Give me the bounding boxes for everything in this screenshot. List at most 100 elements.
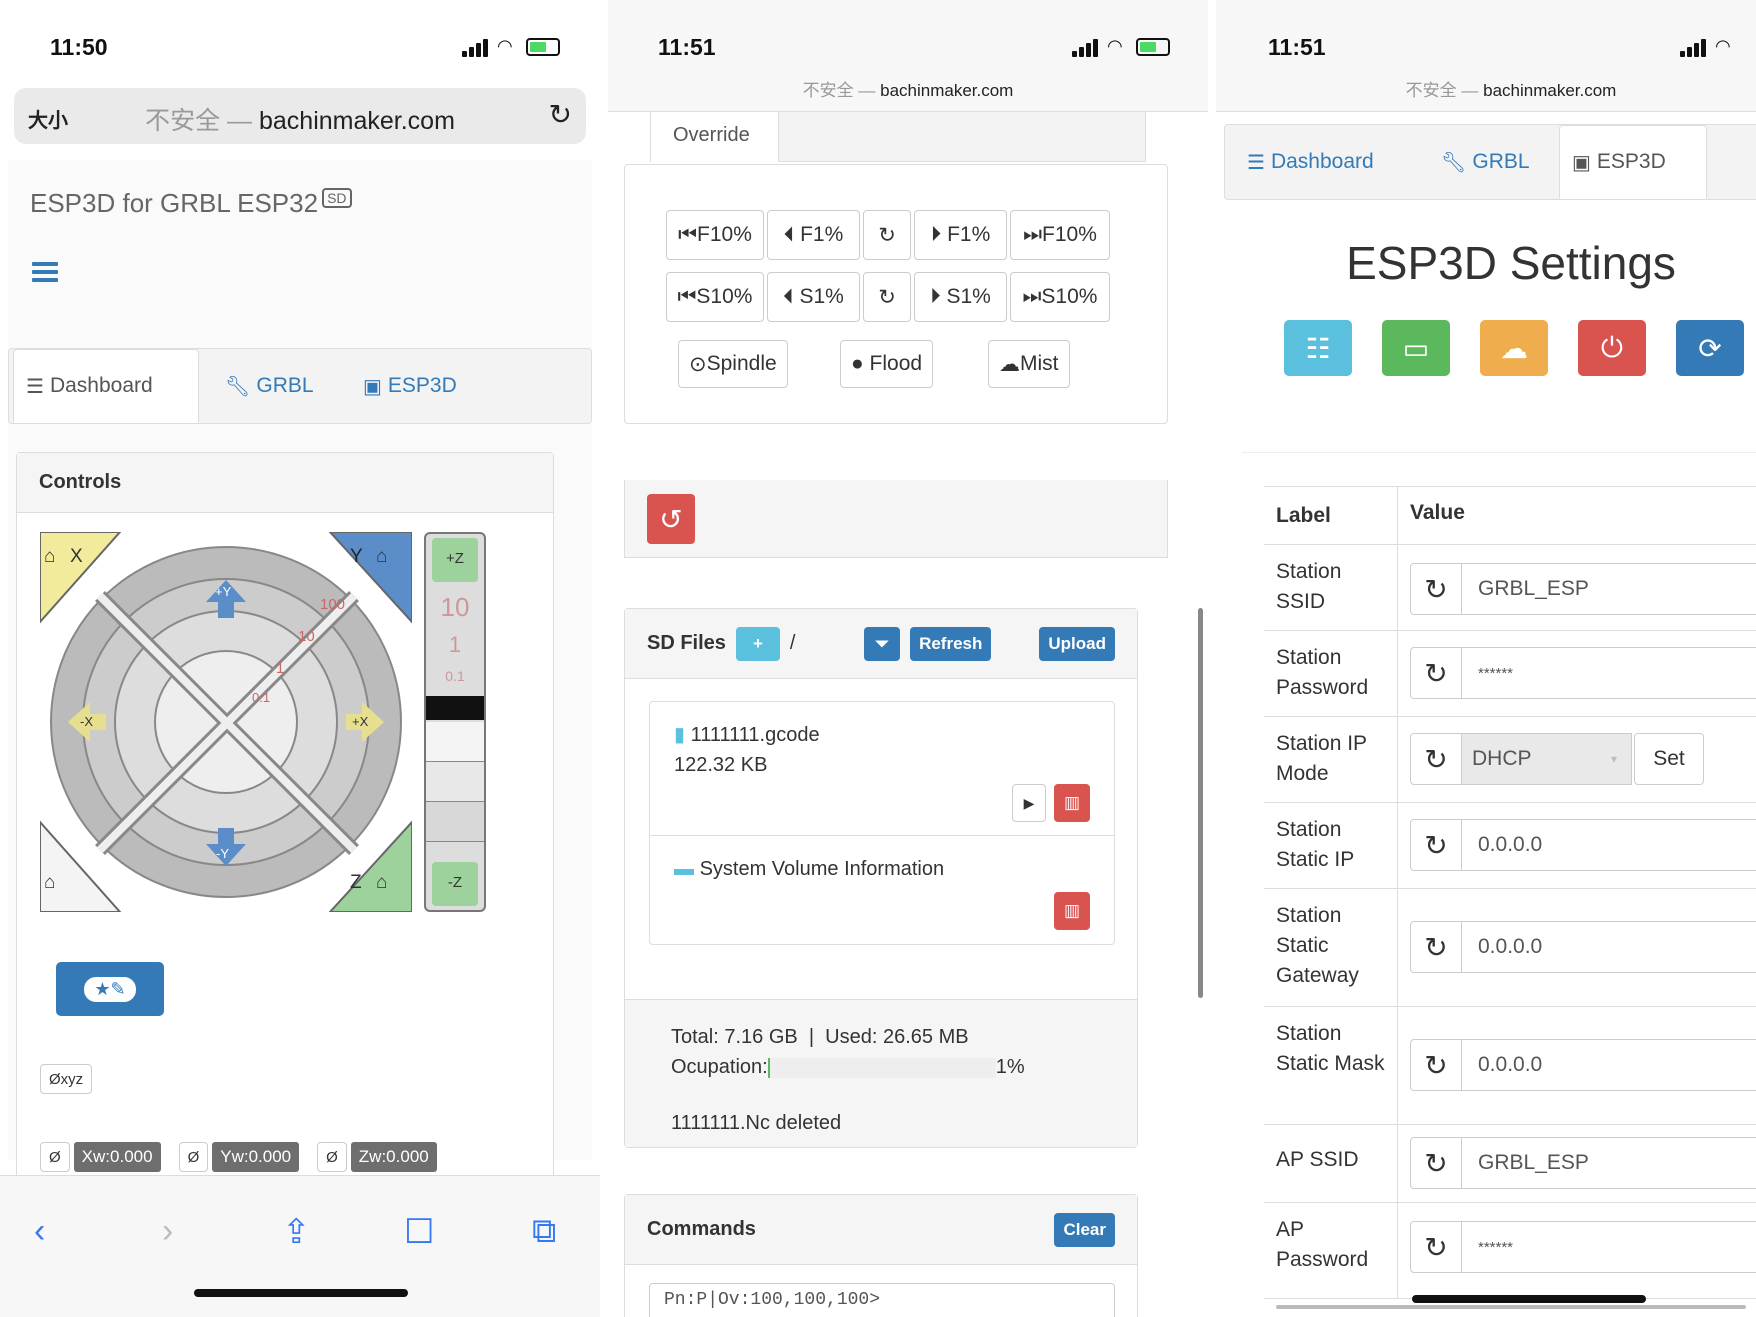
z-step-1-down[interactable] [426, 762, 484, 802]
feed-minus-10-button[interactable]: ⏮ F10% [666, 210, 764, 260]
jog-minus-x[interactable]: -X [80, 714, 93, 729]
jog-minus-z[interactable]: -Z [432, 862, 478, 906]
ap-ssid-input[interactable]: GRBL_ESP [1462, 1137, 1756, 1189]
address-bar[interactable]: 大小 不安全 — bachinmaker.com ↻ [14, 88, 586, 144]
zero-z-button[interactable]: Ø [317, 1142, 347, 1172]
folder-name[interactable]: System Volume Information [700, 858, 945, 880]
zero-xyz-button[interactable]: Øxyz [40, 1064, 93, 1094]
url-text: 不安全 — bachinmaker.com [14, 101, 586, 137]
refresh-icon[interactable]: ↻ [1410, 1039, 1462, 1091]
reload-icon[interactable]: ↻ [549, 98, 572, 131]
tab-dashboard[interactable]: ☰ Dashboard [1235, 125, 1386, 199]
tab-dashboard[interactable]: ☰ Dashboard [13, 349, 199, 423]
station-ssid-input[interactable]: GRBL_ESP [1462, 563, 1756, 615]
jog-plus-x[interactable]: +X [352, 714, 368, 729]
setting-label: AP SSID [1264, 1125, 1398, 1202]
z-step-10-down[interactable] [426, 802, 484, 842]
tab-override[interactable]: Override [651, 112, 779, 162]
feed-minus-1-button[interactable]: ⏴ F1% [767, 210, 860, 260]
tab-grbl[interactable]: 🔧︎ GRBL [213, 349, 326, 423]
z-step-0.1[interactable]: 0.1 [426, 668, 484, 684]
zero-x-button[interactable]: Ø [40, 1142, 70, 1172]
ocupation-label: Ocupation: [671, 1056, 768, 1078]
back-icon[interactable]: ‹ [34, 1212, 45, 1251]
home-x-button[interactable]: X [70, 546, 83, 568]
refresh-icon[interactable]: ↻ [1410, 733, 1462, 785]
home-indicator [194, 1289, 408, 1297]
restart-button[interactable]: ⏻ [1578, 320, 1646, 376]
status-bar: 11:50 ◠ [0, 0, 600, 100]
new-folder-button[interactable]: + [735, 626, 780, 661]
file-name[interactable]: 1111111.gcode [691, 724, 820, 746]
button-label: F10% [1042, 223, 1097, 246]
refresh-icon[interactable]: ↻ [1410, 819, 1462, 871]
play-button[interactable]: ▶ [1012, 784, 1046, 822]
speed-reset-button[interactable]: ↻ [863, 272, 911, 322]
refresh-icon[interactable]: ↻ [1410, 1137, 1462, 1189]
refresh-settings-button[interactable]: ⟳ [1676, 320, 1744, 376]
feed-plus-1-button[interactable]: ⏵ F1% [914, 210, 1007, 260]
scrollbar[interactable] [1198, 608, 1203, 998]
spindle-button[interactable]: ⊙ Spindle [678, 340, 788, 388]
speed-plus-10-button[interactable]: ⏭ S10% [1010, 272, 1110, 322]
filter-button[interactable]: ⏷ [864, 626, 901, 661]
station-password-input[interactable]: ****** [1462, 647, 1756, 699]
wrench-icon: 🔧︎ [225, 375, 251, 398]
tabs-icon[interactable]: ⧉ [532, 1212, 556, 1251]
z-step-1[interactable]: 1 [426, 632, 484, 658]
speed-minus-10-button[interactable]: ⏮ S10% [666, 272, 764, 322]
refresh-icon[interactable]: ↻ [1410, 1221, 1462, 1273]
home-icon[interactable]: ⌂ [44, 546, 55, 568]
divider [1242, 452, 1756, 453]
cloud-upload-icon: ☁ [1500, 332, 1528, 364]
static-mask-input[interactable]: 0.0.0.0 [1462, 1039, 1756, 1091]
share-icon[interactable]: ⇪ [282, 1212, 311, 1252]
bookmarks-icon[interactable]: ☐ [404, 1212, 434, 1252]
speed-minus-1-button[interactable]: ⏴ S1% [767, 272, 860, 322]
tab-grbl[interactable]: 🔧︎ GRBL [1429, 125, 1542, 199]
override-tabs: Override [650, 112, 1146, 162]
home-all-button[interactable]: ⌂ [44, 872, 55, 894]
delete-folder-button[interactable]: ▥ [1054, 892, 1090, 930]
jog-plus-y[interactable]: +Y [215, 584, 231, 599]
jog-minus-y[interactable]: -Y [216, 846, 229, 861]
static-ip-input[interactable]: 0.0.0.0 [1462, 819, 1756, 871]
clear-button[interactable]: Clear [1054, 1212, 1115, 1247]
speed-plus-1-button[interactable]: ⏵ S1% [914, 272, 1007, 322]
command-console[interactable]: Pn:P|Ov:100,100,100> [649, 1283, 1115, 1317]
mist-button[interactable]: ☁ Mist [988, 340, 1070, 388]
z-step-10[interactable]: 10 [426, 592, 484, 623]
static-gateway-input[interactable]: 0.0.0.0 [1462, 921, 1756, 973]
z-step-0.1-down[interactable] [426, 722, 484, 762]
home-z-button[interactable]: Z [350, 872, 362, 894]
set-ip-mode-button[interactable]: Set [1634, 733, 1704, 785]
list-view-button[interactable]: ☷ [1284, 320, 1352, 376]
macro-edit-button[interactable]: ★✎ [56, 962, 164, 1016]
delete-file-button[interactable]: ▥ [1054, 784, 1090, 822]
tab-label: GRBL [256, 374, 314, 397]
horizontal-scrollbar[interactable] [1276, 1305, 1746, 1309]
tab-esp3d[interactable]: ▣ ESP3D [1559, 125, 1707, 199]
feed-reset-button[interactable]: ↻ [863, 210, 911, 260]
ip-mode-select[interactable]: DHCP ▾ [1462, 733, 1632, 785]
open-file-button[interactable]: ▭ [1382, 320, 1450, 376]
feed-plus-10-button[interactable]: ⏭ F10% [1010, 210, 1110, 260]
refresh-icon[interactable]: ↻ [1410, 647, 1462, 699]
home-y-button[interactable]: Y [350, 546, 363, 568]
reset-all-button[interactable]: ↺ [647, 494, 695, 544]
jog-plus-z[interactable]: +Z [432, 538, 478, 582]
ap-password-input[interactable]: ****** [1462, 1221, 1756, 1273]
forward-icon[interactable]: › [162, 1212, 173, 1251]
not-secure-label: 不安全 — [1405, 81, 1479, 100]
upload-firmware-button[interactable]: ☁ [1480, 320, 1548, 376]
upload-button[interactable]: Upload [1039, 626, 1115, 661]
zero-y-button[interactable]: Ø [178, 1142, 209, 1172]
menu-toggle-icon[interactable] [32, 262, 58, 286]
tab-esp3d[interactable]: ▣ ESP3D [351, 349, 469, 423]
folder-item[interactable]: ▬ System Volume Information ▥ [650, 836, 1114, 944]
flood-button[interactable]: ● Flood [840, 340, 934, 388]
refresh-icon[interactable]: ↻ [1410, 563, 1462, 615]
file-item[interactable]: ▮ 1111111.gcode 122.32 KB ▶ ▥ [650, 702, 1114, 836]
refresh-icon[interactable]: ↻ [1410, 921, 1462, 973]
refresh-button[interactable]: Refresh [910, 626, 992, 661]
